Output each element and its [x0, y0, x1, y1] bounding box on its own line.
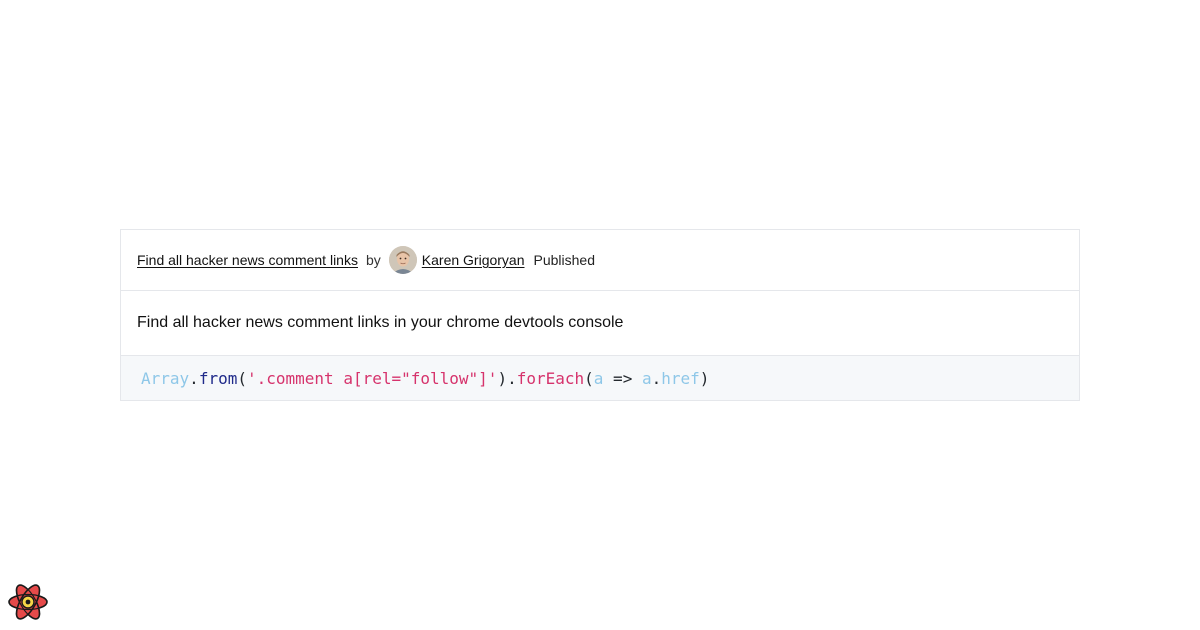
page: Find all hacker news comment links by Ka… — [0, 0, 1200, 630]
code-token-method: from — [198, 368, 238, 388]
code-token-ident: a — [641, 368, 652, 388]
code-token-punc: . — [651, 368, 662, 388]
snippet-description: Find all hacker news comment links in yo… — [137, 314, 624, 331]
code-token-op: => — [603, 368, 642, 388]
code-token-punc: ) — [699, 368, 710, 388]
code-token-string: '.comment a[rel="follow"]' — [246, 368, 498, 388]
card-header: Find all hacker news comment links by Ka… — [121, 230, 1079, 291]
code-token-punc: ). — [497, 368, 517, 388]
status-label: Published — [533, 252, 596, 268]
code-block: Array. from('.comment a[rel="follow"]'). f… — [121, 355, 1079, 400]
author-name-link[interactable]: Karen Grigoryan — [422, 252, 525, 268]
code-token-ident: a — [593, 368, 604, 388]
code-token-punc: ( — [237, 368, 247, 388]
avatar-image — [388, 246, 417, 274]
code-token-ident: Array — [141, 368, 190, 388]
snippet-card: Find all hacker news comment links by Ka… — [120, 229, 1080, 401]
author-avatar[interactable] — [388, 246, 417, 274]
code-token-punc: . — [189, 368, 199, 388]
by-label: by — [365, 252, 381, 268]
code-token-punc: ( — [584, 368, 594, 388]
react-logo-icon[interactable] — [6, 582, 50, 622]
snippet-title-link[interactable]: Find all hacker news comment links — [137, 252, 358, 268]
code-token-ident: href — [661, 368, 700, 388]
code-token-call: forEach — [516, 368, 585, 388]
